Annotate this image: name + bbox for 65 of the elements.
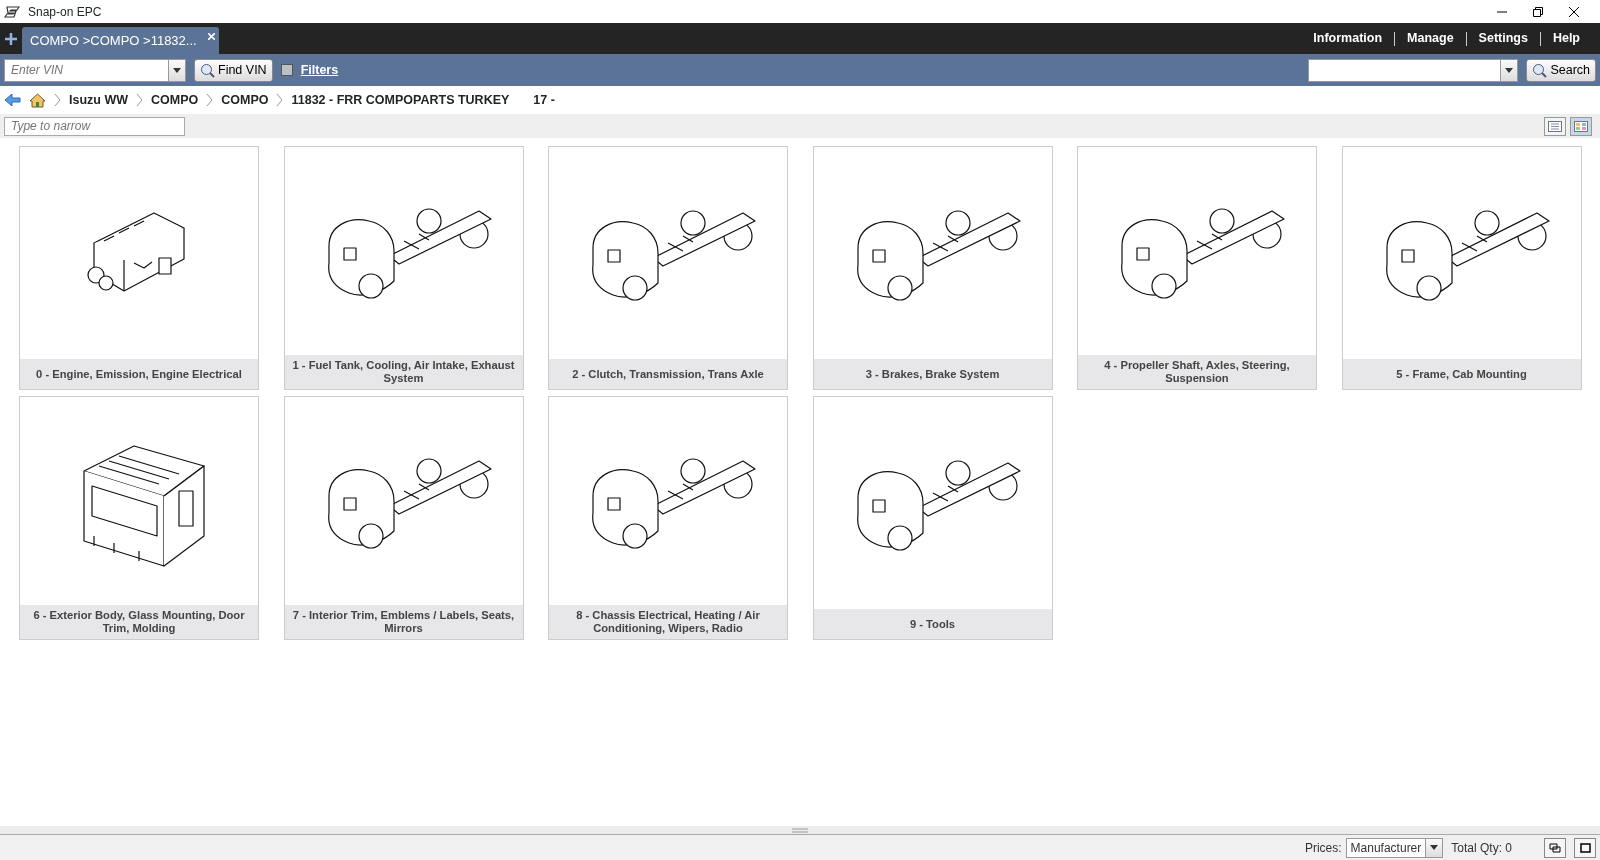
maximize-icon — [1579, 842, 1591, 853]
category-label: 1 - Fuel Tank, Cooling, Air Intake, Exhaust System — [284, 355, 523, 389]
category-card[interactable]: 0 - Engine, Emission, Engine Electrical — [19, 146, 259, 390]
category-card[interactable]: 2 - Clutch, Transmission, Trans Axle — [548, 146, 788, 390]
maximize-button[interactable] — [1574, 837, 1596, 858]
menu-item[interactable]: Information — [1309, 28, 1387, 49]
menu-item[interactable]: Manage — [1403, 28, 1458, 49]
windows-button[interactable] — [1544, 837, 1566, 858]
home-icon[interactable] — [29, 92, 46, 108]
app-logo-icon — [4, 5, 20, 18]
find-vin-button[interactable]: Find VIN — [194, 58, 273, 82]
back-arrow-icon[interactable] — [4, 93, 21, 107]
category-label: 3 - Brakes, Brake System — [813, 359, 1052, 389]
breadcrumb-item[interactable]: 17 - — [533, 90, 555, 110]
category-label: 5 - Frame, Cab Mounting — [1342, 359, 1581, 389]
category-card[interactable]: 6 - Exterior Body, Glass Mounting, Door Trim, Molding — [19, 396, 259, 640]
filters-checkbox[interactable] — [280, 64, 293, 76]
dropdown-arrow-icon — [1505, 67, 1514, 73]
narrow-filter-field[interactable]: Type to narrow — [4, 116, 185, 136]
search-button[interactable]: Search — [1526, 58, 1596, 82]
vin-field[interactable]: Enter VIN — [4, 58, 169, 82]
breadcrumb-item[interactable]: COMPO — [221, 90, 269, 110]
category-card[interactable]: 9 - Tools — [812, 396, 1053, 640]
category-label: 6 - Exterior Body, Glass Mounting, Door Trim, Molding — [20, 605, 258, 639]
add-tab-icon[interactable] — [4, 31, 18, 46]
total-quantity: Total Qty: 0 — [1451, 839, 1512, 857]
breadcrumb-item[interactable]: 11832 - FRR COMPOPARTS TURKEY — [291, 90, 510, 110]
window-title: Snap-on EPC — [28, 3, 102, 21]
menu-item[interactable]: Help — [1548, 28, 1584, 49]
category-label: 0 - Engine, Emission, Engine Electrical — [20, 359, 258, 389]
category-card[interactable]: 7 - Interior Trim, Emblems / Labels, Seats, Mirrors — [283, 396, 524, 640]
dropdown-button[interactable] — [169, 58, 186, 82]
restore-icon[interactable] — [1532, 5, 1544, 18]
category-card[interactable]: 1 - Fuel Tank, Cooling, Air Intake, Exhaust System — [283, 146, 524, 390]
breadcrumb-item[interactable]: COMPO — [151, 90, 199, 110]
tab[interactable]: COMPO >COMPO >11832... — [22, 27, 219, 54]
filters-link[interactable]: Filters — [300, 60, 339, 80]
dropdown-button[interactable] — [1501, 58, 1519, 82]
category-card[interactable]: 8 - Chassis Electrical, Heating / Air Conditioning, Wipers, Radio — [548, 396, 788, 640]
prices-dropdown[interactable]: Manufacturer — [1345, 837, 1444, 858]
chevron-icon — [206, 93, 214, 107]
search-icon — [1532, 62, 1548, 78]
category-label: 7 - Interior Trim, Emblems / Labels, Seats, Mirrors — [284, 605, 523, 639]
category-card[interactable]: 4 - Propeller Shaft, Axles, Steering, Suspension — [1077, 146, 1317, 390]
category-card[interactable]: 3 - Brakes, Brake System — [812, 146, 1053, 390]
dropdown-arrow-icon — [173, 67, 181, 73]
prices-label: Prices: — [1304, 839, 1342, 857]
grid-view-button[interactable] — [1570, 116, 1592, 136]
search-field[interactable] — [1308, 58, 1502, 82]
cascade-windows-icon — [1549, 842, 1561, 853]
search-icon — [200, 62, 215, 78]
chevron-icon — [136, 93, 143, 107]
category-card[interactable]: 5 - Frame, Cab Mounting — [1341, 146, 1582, 390]
list-view-button[interactable] — [1544, 116, 1566, 136]
menu-item[interactable]: Settings — [1474, 28, 1532, 49]
category-label: 8 - Chassis Electrical, Heating / Air Conditioning, Wipers, Radio — [549, 605, 787, 639]
category-label: 9 - Tools — [813, 609, 1052, 639]
chevron-icon — [276, 93, 284, 107]
category-label: 4 - Propeller Shaft, Axles, Steering, Suspension — [1078, 355, 1316, 389]
chevron-icon — [54, 93, 61, 107]
breadcrumb-item[interactable]: Isuzu WW — [69, 90, 128, 110]
category-label: 2 - Clutch, Transmission, Trans Axle — [549, 359, 787, 389]
dropdown-arrow-icon — [1430, 845, 1439, 850]
close-icon[interactable] — [1568, 5, 1580, 18]
splitter-handle-icon[interactable] — [792, 827, 808, 833]
